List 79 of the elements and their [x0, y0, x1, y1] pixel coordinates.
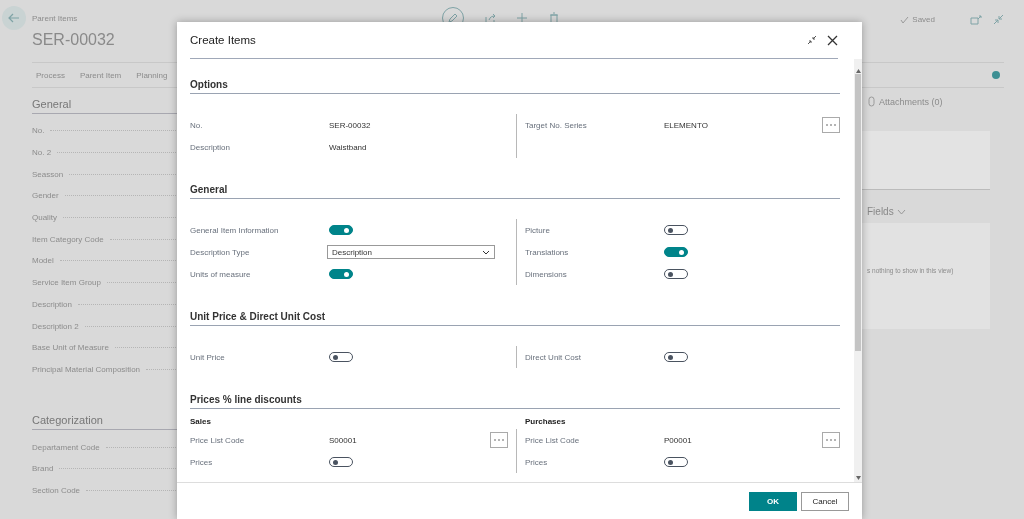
field-label: Prices	[525, 457, 549, 467]
toggle-switch[interactable]	[329, 352, 353, 362]
field-value: S00001	[329, 435, 358, 445]
toggle-switch[interactable]	[664, 352, 688, 362]
attachments-link[interactable]: Attachments (0)	[879, 96, 943, 107]
dialog-title: Create Items	[190, 34, 257, 46]
field-label: Model	[32, 256, 54, 266]
field-label: Translations	[525, 247, 570, 257]
section-title: Unit Price & Direct Unit Cost	[190, 311, 840, 326]
field-label: Quality	[32, 213, 57, 223]
field-label: Description 2	[32, 321, 79, 331]
field-label: Service Item Group	[32, 278, 101, 288]
field-label: Brand	[32, 464, 54, 474]
lookup-button[interactable]	[490, 432, 508, 448]
field-label: Item Category Code	[32, 234, 104, 244]
ok-button[interactable]: OK	[749, 491, 797, 511]
lookup-button[interactable]	[822, 117, 840, 133]
scrollbar[interactable]	[854, 59, 862, 482]
lookup-button[interactable]	[822, 432, 840, 448]
toggle-switch[interactable]	[329, 269, 353, 279]
field-value: P00001	[664, 435, 693, 445]
field-label: General Item Information	[190, 225, 280, 235]
scroll-down-arrow-icon[interactable]	[855, 476, 861, 480]
toggle-switch[interactable]	[329, 457, 353, 467]
field-value: SER-00032	[329, 120, 372, 130]
field-value: Waistband	[329, 142, 368, 152]
close-icon[interactable]	[827, 34, 838, 46]
field-label: Dimensions	[525, 269, 568, 279]
field-label: No.	[190, 120, 204, 130]
field-label: Description Type	[190, 247, 251, 257]
action-tab[interactable]: Planning	[136, 70, 168, 80]
toggle-switch[interactable]	[664, 225, 688, 235]
field-label: Prices	[190, 457, 214, 467]
group-heading: Purchases	[525, 416, 567, 428]
field-label: Principal Material Composition	[32, 364, 141, 374]
field-label: Picture	[525, 225, 551, 235]
info-icon[interactable]	[992, 71, 1000, 79]
action-tab[interactable]: Parent Item	[79, 70, 122, 80]
breadcrumb: Parent Items	[32, 14, 79, 23]
toggle-switch[interactable]	[664, 247, 688, 257]
section-title: Prices % line discounts	[190, 394, 840, 409]
field-label: Departament Code	[32, 442, 100, 452]
field-value: ELEMENTO	[664, 120, 709, 130]
paperclip-icon	[868, 96, 875, 107]
field-label: Description	[32, 299, 72, 309]
plus-icon[interactable]	[516, 12, 528, 24]
toggle-switch[interactable]	[664, 457, 688, 467]
factbox-heading[interactable]: Fields	[867, 206, 894, 217]
checkmark-icon	[900, 15, 910, 24]
toggle-switch[interactable]	[664, 269, 688, 279]
chevron-down-icon	[482, 249, 490, 255]
dropdown[interactable]: Description	[327, 245, 495, 259]
field-label: Gender	[32, 191, 59, 201]
toggle-switch[interactable]	[329, 225, 353, 235]
cancel-button[interactable]: Cancel	[801, 491, 849, 511]
field-label: Units of measure	[190, 269, 252, 279]
action-tab[interactable]: Process	[36, 70, 65, 80]
field-label: Price List Code	[525, 435, 581, 445]
field-label: Target No. Series	[525, 120, 588, 130]
page-title: SER-00032	[32, 31, 115, 49]
share-icon[interactable]	[484, 12, 496, 24]
back-arrow-icon	[8, 12, 20, 24]
field-label: Section Code	[32, 485, 81, 495]
section-title: Options	[190, 79, 840, 94]
pencil-icon	[448, 13, 458, 23]
section-title: General	[190, 184, 840, 199]
field-label: Description	[190, 142, 231, 152]
trash-icon[interactable]	[548, 12, 560, 24]
field-label: Base Unit of Measure	[32, 343, 109, 353]
scroll-up-arrow-icon[interactable]	[855, 69, 861, 73]
field-label: No. 2	[32, 148, 52, 158]
collapse-icon[interactable]	[807, 35, 817, 45]
field-label: No.	[32, 126, 45, 136]
field-label: Seasson	[32, 169, 64, 179]
saved-status: Saved	[912, 15, 935, 24]
group-heading: Sales	[190, 416, 212, 428]
field-label: Direct Unit Cost	[525, 352, 582, 362]
field-label: Price List Code	[190, 435, 246, 445]
field-label: Unit Price	[190, 352, 226, 362]
